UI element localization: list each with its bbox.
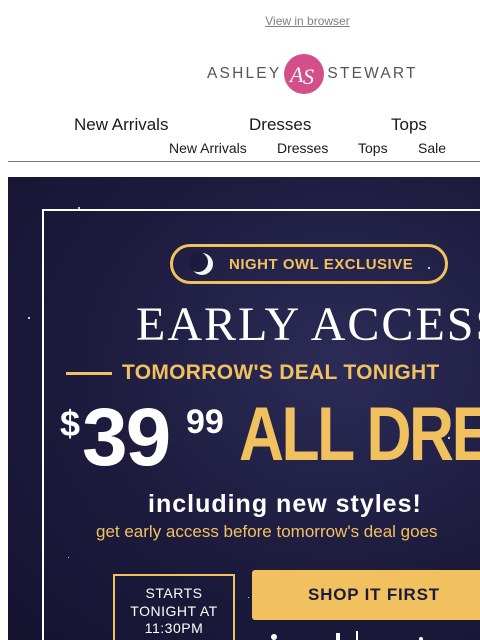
- early-access-headline: EARLY ACCESS: [136, 298, 480, 351]
- nav-secondary-sale[interactable]: Sale: [418, 140, 446, 156]
- logo-text-right: STEWART: [327, 65, 418, 82]
- svg-text:A: A: [288, 62, 304, 87]
- primary-nav: New Arrivals Dresses Tops: [0, 115, 480, 137]
- price-whole: 39: [82, 392, 171, 483]
- early-access-line: get early access before tomorrow's deal …: [96, 522, 438, 541]
- including-text: including new styles!: [148, 490, 422, 518]
- view-in-browser-link[interactable]: View in browser: [0, 14, 480, 28]
- moon-icon: [189, 252, 213, 275]
- nav-secondary-tops[interactable]: Tops: [358, 140, 388, 156]
- shop-it-first-button[interactable]: SHOP IT FIRST: [252, 570, 480, 620]
- price-dollar: $: [60, 403, 81, 444]
- price-label: ALL DRESSES: [239, 392, 480, 477]
- nav-primary-dresses[interactable]: Dresses: [249, 115, 311, 135]
- secondary-nav: New Arrivals Dresses Tops Sale: [0, 140, 480, 158]
- svg-text:S: S: [303, 64, 314, 89]
- deal-accent-line: [66, 372, 112, 375]
- start-time-line-1: STARTS: [145, 585, 203, 601]
- start-time-box: STARTS TONIGHT AT 11:30PM: [113, 574, 235, 640]
- start-time-line-3: 11:30PM: [144, 620, 204, 636]
- partial-script-decoration: [271, 631, 423, 640]
- nav-primary-tops[interactable]: Tops: [391, 115, 427, 135]
- night-owl-label: NIGHT OWL EXCLUSIVE: [229, 255, 414, 273]
- hero-banner[interactable]: NIGHT OWL EXCLUSIVE EARLY ACCESS TOMORRO…: [8, 177, 480, 640]
- night-owl-badge: NIGHT OWL EXCLUSIVE: [170, 244, 448, 284]
- deal-subheadline: TOMORROW'S DEAL TONIGHT: [122, 361, 440, 384]
- start-time-line-2: TONIGHT AT: [130, 602, 218, 619]
- price-cents: 99: [186, 403, 224, 441]
- nav-secondary-dresses[interactable]: Dresses: [277, 140, 328, 156]
- nav-primary-new-arrivals[interactable]: New Arrivals: [74, 115, 168, 135]
- nav-secondary-new-arrivals[interactable]: New Arrivals: [169, 140, 247, 156]
- brand-logo[interactable]: ASHLEY A S STEWART: [207, 52, 418, 96]
- nav-divider: [8, 161, 480, 162]
- ashley-stewart-logo-mark: A S: [284, 54, 325, 94]
- star-decoration: [28, 317, 30, 319]
- logo-text-left: ASHLEY: [207, 65, 282, 82]
